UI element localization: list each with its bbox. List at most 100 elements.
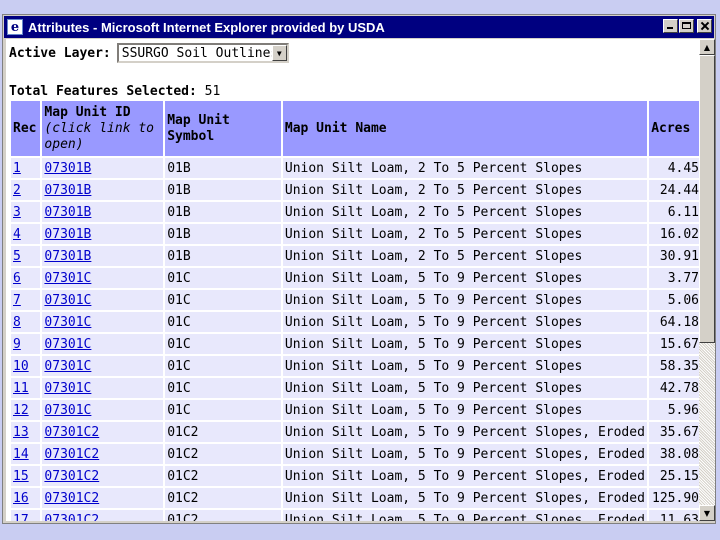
rec-cell: 10	[11, 356, 41, 376]
table-row: 1 07301B 01B Union Silt Loam, 2 To 5 Percen…	[11, 158, 699, 178]
acres-cell: 3.77	[649, 268, 699, 288]
rec-link[interactable]: 17	[13, 513, 29, 522]
map-unit-id-link[interactable]: 07301B	[44, 249, 91, 264]
id-cell: 07301C2	[42, 510, 164, 522]
name-cell: Union Silt Loam, 2 To 5 Percent Slopes	[282, 180, 648, 200]
rec-link[interactable]: 4	[13, 227, 21, 242]
scrollbar-thumb[interactable]	[699, 55, 715, 343]
maximize-button[interactable]	[679, 19, 694, 33]
col-header-map-unit-id: Map Unit ID (click link to open)	[42, 101, 164, 156]
rec-link[interactable]: 7	[13, 293, 21, 308]
rec-link[interactable]: 13	[13, 425, 29, 440]
map-unit-id-link[interactable]: 07301C2	[44, 513, 99, 522]
active-layer-select[interactable]: SSURGO Soil Outlines ▼	[116, 43, 289, 63]
map-unit-id-link[interactable]: 07301C2	[44, 469, 99, 484]
map-unit-id-link[interactable]: 07301C	[44, 403, 91, 418]
symbol-cell: 01B	[165, 180, 281, 200]
col-header-map-unit-name: Map Unit Name	[282, 101, 648, 156]
rec-link[interactable]: 14	[13, 447, 29, 462]
scroll-up-arrow-icon[interactable]: ▲	[699, 39, 715, 55]
col-header-map-unit-id-label: Map Unit ID	[44, 104, 131, 120]
map-unit-id-link[interactable]: 07301C2	[44, 491, 99, 506]
rec-cell: 12	[11, 400, 41, 420]
id-cell: 07301C2	[42, 444, 164, 464]
symbol-cell: 01C2	[165, 488, 281, 508]
table-row: 4 07301B 01B Union Silt Loam, 2 To 5 Percen…	[11, 224, 699, 244]
name-cell: Union Silt Loam, 5 To 9 Percent Slopes	[282, 356, 648, 376]
id-cell: 07301C	[42, 290, 164, 310]
rec-link[interactable]: 15	[13, 469, 29, 484]
browser-window: e Attributes - Microsoft Internet Explor…	[2, 14, 716, 524]
table-row: 12 07301C 01C Union Silt Loam, 5 To 9 Perce…	[11, 400, 699, 420]
total-features-count: 51	[204, 84, 221, 99]
window-title: Attributes - Microsoft Internet Explorer…	[28, 19, 385, 35]
map-unit-id-link[interactable]: 07301B	[44, 205, 91, 220]
acres-cell: 42.78	[649, 378, 699, 398]
symbol-cell: 01C	[165, 312, 281, 332]
table-row: 14 07301C2 01C2 Union Silt Loam, 5 To 9 Per…	[11, 444, 699, 464]
name-cell: Union Silt Loam, 2 To 5 Percent Slopes	[282, 202, 648, 222]
ie-icon[interactable]: e	[7, 19, 23, 35]
minimize-button[interactable]	[663, 19, 678, 33]
map-unit-id-link[interactable]: 07301C	[44, 337, 91, 352]
table-header-row: Rec Map Unit ID (click link to open) Map…	[11, 101, 699, 156]
rec-link[interactable]: 6	[13, 271, 21, 286]
table-row: 16 07301C2 01C2 Union Silt Loam, 5 To 9 Per…	[11, 488, 699, 508]
id-cell: 07301B	[42, 246, 164, 266]
rec-link[interactable]: 9	[13, 337, 21, 352]
map-unit-id-link[interactable]: 07301B	[44, 227, 91, 242]
acres-cell: 4.45	[649, 158, 699, 178]
map-unit-id-link[interactable]: 07301C	[44, 359, 91, 374]
rec-cell: 16	[11, 488, 41, 508]
acres-cell: 125.90	[649, 488, 699, 508]
col-header-map-unit-symbol: Map Unit Symbol	[165, 101, 281, 156]
map-unit-id-link[interactable]: 07301B	[44, 183, 91, 198]
window-controls	[663, 19, 712, 33]
rec-link[interactable]: 3	[13, 205, 21, 220]
table-row: 13 07301C2 01C2 Union Silt Loam, 5 To 9 Per…	[11, 422, 699, 442]
symbol-cell: 01C2	[165, 444, 281, 464]
map-unit-id-link[interactable]: 07301C	[44, 315, 91, 330]
name-cell: Union Silt Loam, 5 To 9 Percent Slopes	[282, 334, 648, 354]
acres-cell: 15.67	[649, 334, 699, 354]
map-unit-id-link[interactable]: 07301B	[44, 161, 91, 176]
acres-cell: 6.11	[649, 202, 699, 222]
rec-cell: 9	[11, 334, 41, 354]
rec-link[interactable]: 11	[13, 381, 29, 396]
id-cell: 07301C	[42, 400, 164, 420]
title-bar[interactable]: e Attributes - Microsoft Internet Explor…	[4, 16, 714, 38]
map-unit-id-link[interactable]: 07301C	[44, 381, 91, 396]
table-row: 9 07301C 01C Union Silt Loam, 5 To 9 Percen…	[11, 334, 699, 354]
name-cell: Union Silt Loam, 5 To 9 Percent Slopes, …	[282, 422, 648, 442]
rec-cell: 11	[11, 378, 41, 398]
map-unit-id-link[interactable]: 07301C	[44, 293, 91, 308]
chevron-down-icon[interactable]: ▼	[271, 45, 287, 61]
id-cell: 07301C2	[42, 488, 164, 508]
map-unit-id-link[interactable]: 07301C2	[44, 425, 99, 440]
name-cell: Union Silt Loam, 5 To 9 Percent Slopes, …	[282, 510, 648, 521]
symbol-cell: 01B	[165, 246, 281, 266]
rec-link[interactable]: 12	[13, 403, 29, 418]
map-unit-id-link[interactable]: 07301C	[44, 271, 91, 286]
rec-link[interactable]: 1	[13, 161, 21, 176]
scroll-down-arrow-icon[interactable]: ▼	[699, 505, 715, 521]
rec-cell: 5	[11, 246, 41, 266]
symbol-cell: 01C	[165, 268, 281, 288]
name-cell: Union Silt Loam, 5 To 9 Percent Slopes	[282, 290, 648, 310]
map-unit-id-link[interactable]: 07301C2	[44, 447, 99, 462]
id-cell: 07301B	[42, 224, 164, 244]
vertical-scrollbar[interactable]: ▲ ▼	[699, 39, 715, 521]
rec-link[interactable]: 2	[13, 183, 21, 198]
attributes-table: Rec Map Unit ID (click link to open) Map…	[9, 99, 699, 521]
table-row: 7 07301C 01C Union Silt Loam, 5 To 9 Percen…	[11, 290, 699, 310]
symbol-cell: 01B	[165, 224, 281, 244]
table-row: 5 07301B 01B Union Silt Loam, 2 To 5 Percen…	[11, 246, 699, 266]
rec-link[interactable]: 16	[13, 491, 29, 506]
rec-link[interactable]: 5	[13, 249, 21, 264]
close-button[interactable]	[697, 19, 712, 33]
table-row: 8 07301C 01C Union Silt Loam, 5 To 9 Percen…	[11, 312, 699, 332]
acres-cell: 38.08	[649, 444, 699, 464]
rec-link[interactable]: 10	[13, 359, 29, 374]
rec-link[interactable]: 8	[13, 315, 21, 330]
symbol-cell: 01C2	[165, 510, 281, 521]
